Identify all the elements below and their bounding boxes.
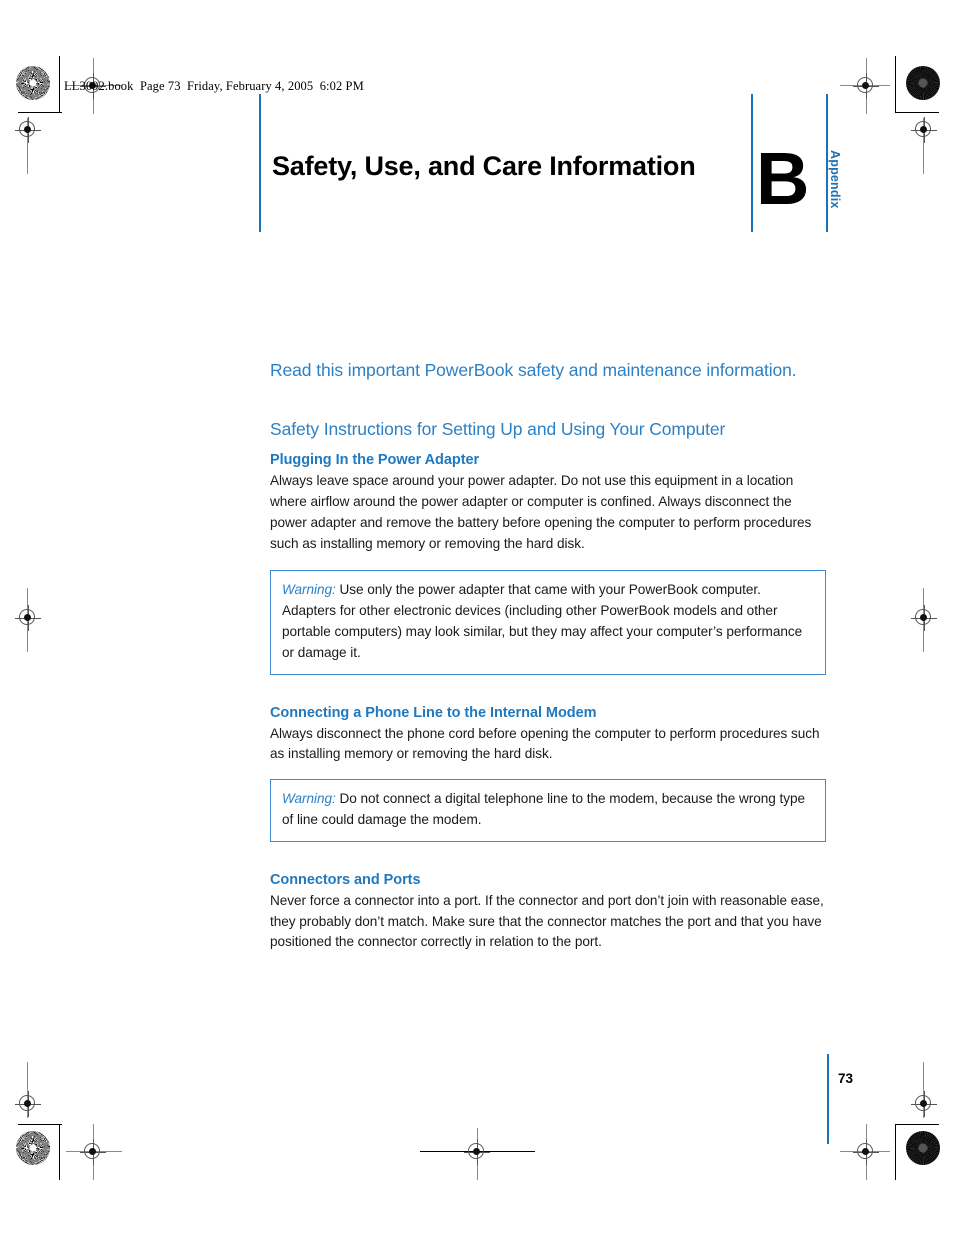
subsection-heading-connectors: Connectors and Ports <box>270 871 421 888</box>
registration-rosette-bottom-left <box>16 1131 50 1165</box>
registration-crosshair-left-mid <box>15 605 41 631</box>
intro-paragraph: Read this important PowerBook safety and… <box>270 360 797 380</box>
warning-label: Warning: <box>282 791 336 807</box>
folio-rule <box>827 1054 829 1144</box>
title-rule-center <box>751 94 753 232</box>
appendix-label: Appendix <box>828 150 842 209</box>
registration-crosshair-right-lower <box>911 1091 937 1117</box>
warning-box-modem: Warning: Do not connect a digital teleph… <box>270 779 826 842</box>
warning-label: Warning: <box>282 582 336 598</box>
registration-crosshair-top-right <box>853 73 879 99</box>
page-number: 73 <box>838 1071 854 1086</box>
appendix-letter: B <box>756 137 809 220</box>
warning-text-modem: Warning: Do not connect a digital teleph… <box>282 789 814 831</box>
page-title: Safety, Use, and Care Information <box>272 151 696 181</box>
registration-crosshair-right-mid <box>911 605 937 631</box>
registration-crosshair-left-upper <box>15 117 41 143</box>
registration-crosshair-left-lower <box>15 1091 41 1117</box>
registration-crosshair-right-upper <box>911 117 937 143</box>
document-page: LL3092.book Page 73 Friday, February 4, … <box>0 0 954 1235</box>
title-block: Safety, Use, and Care Information <box>272 151 742 182</box>
crop-line-right-lower-h <box>895 1124 939 1125</box>
crop-line-right-upper-h <box>895 112 939 113</box>
main-text-column: Read this important PowerBook safety and… <box>270 358 826 969</box>
crop-line-left-lower-h <box>18 1124 62 1125</box>
crop-line-bottom-right-vertical <box>895 1124 896 1180</box>
registration-rosette-top-left <box>16 66 50 100</box>
warning-body: Do not connect a digital telephone line … <box>282 791 805 827</box>
running-header: LL3092.book Page 73 Friday, February 4, … <box>64 79 364 93</box>
registration-rosette-top-right <box>906 66 940 100</box>
crop-line-left-upper-h <box>18 112 62 113</box>
registration-crosshair-bottom-right <box>853 1139 879 1165</box>
crop-line-top-right-vertical <box>895 56 896 112</box>
subsection-heading-power-adapter: Plugging In the Power Adapter <box>270 452 480 469</box>
warning-box-power-adapter: Warning: Use only the power adapter that… <box>270 570 826 675</box>
title-rule-left <box>259 94 261 232</box>
registration-rosette-bottom-right <box>906 1131 940 1165</box>
registration-crosshair-bottom-center <box>464 1139 490 1165</box>
crop-line-bottom-left-vertical <box>59 1124 60 1180</box>
warning-body: Use only the power adapter that came wit… <box>282 582 803 660</box>
registration-crosshair-bottom-left <box>80 1139 106 1165</box>
subsection-heading-modem: Connecting a Phone Line to the Internal … <box>270 704 597 721</box>
crop-line-top-left-vertical <box>59 56 60 112</box>
section-heading: Safety Instructions for Setting Up and U… <box>270 419 726 440</box>
warning-text-power-adapter: Warning: Use only the power adapter that… <box>282 580 814 663</box>
subsection-body-modem: Always disconnect the phone cord before … <box>270 725 820 762</box>
subsection-body-power-adapter: Always leave space around your power ada… <box>270 473 812 551</box>
subsection-body-connectors: Never force a connector into a port. If … <box>270 892 824 950</box>
